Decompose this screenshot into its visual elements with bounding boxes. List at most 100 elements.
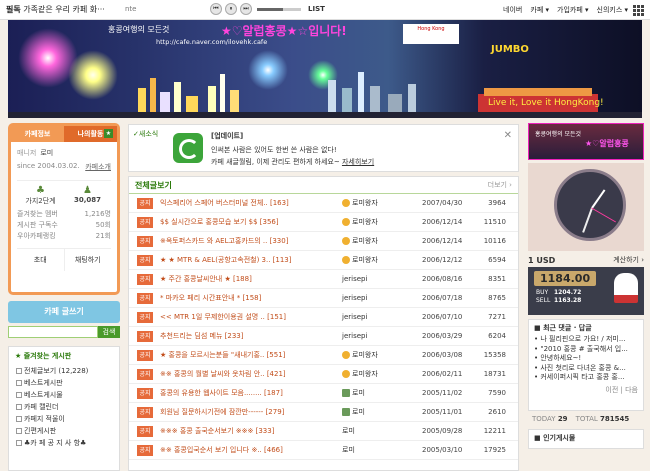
post-author[interactable]: 로미 bbox=[342, 407, 422, 417]
prev-icon[interactable]: ⏮ bbox=[210, 3, 222, 15]
board-icon bbox=[16, 380, 22, 386]
comment-item[interactable]: • 커세이퍼시픽 타고 홍콩 홍... bbox=[534, 373, 638, 383]
comment-item[interactable]: • 나 필리핀으로 가요! / 저미... bbox=[534, 335, 638, 345]
post-title[interactable]: 추천드리는 딤섬 메뉴 [233] bbox=[160, 331, 342, 341]
post-author[interactable]: 로미왕자 bbox=[342, 255, 422, 265]
post-title[interactable]: 익스페리어 스페어 버스터미널 전체.. [163] bbox=[160, 198, 342, 208]
table-row[interactable]: 공지 << MTR 1일 무제한이용권 설명 .. [151] jerisepi 20… bbox=[129, 308, 518, 327]
prev-button[interactable]: 이전 bbox=[605, 386, 618, 394]
all-posts-board: 전체글보기 더보기 › 공지 익스페리어 스페어 버스터미널 전체.. [163]… bbox=[128, 176, 519, 471]
post-author[interactable]: jerisepi bbox=[342, 332, 422, 340]
stat-level: ♣ 가지2단계 bbox=[17, 185, 64, 206]
table-row[interactable]: 공지 ※※ 홍콩의 월별 날씨와 옷차림 안.. [421] 로미왕자 2006/02… bbox=[129, 365, 518, 384]
write-post-button[interactable]: 카페 글쓰기 bbox=[8, 301, 120, 323]
pause-icon[interactable]: ⏸ bbox=[225, 3, 237, 15]
post-author[interactable]: 로미 bbox=[342, 388, 422, 398]
table-row[interactable]: 공지 ※옥토퍼스카드 와 AEL고홍카드의 .. [330] 로미왕자 2006/12… bbox=[129, 232, 518, 251]
post-author[interactable]: 로미왕자 bbox=[342, 350, 422, 360]
post-author[interactable]: 로미왕자 bbox=[342, 217, 422, 227]
details-link[interactable]: 자세히보기 bbox=[342, 158, 374, 166]
board-link[interactable]: 베스트게시물 bbox=[9, 389, 119, 401]
table-row[interactable]: 공지 ※※※ 홍콩 출국순서보기 ※※※ [333] 로미 2005/09/28 122… bbox=[129, 422, 518, 441]
table-row[interactable]: 공지 ★ 홍콩을 모르시는분들 "새내기홍.. [551] 로미왕자 2006/03/… bbox=[129, 346, 518, 365]
cafe-banner: 홍콩여행의 모든것 http://cafe.naver.com/ilovehk.… bbox=[8, 20, 642, 118]
banner-url: http://cafe.naver.com/ilovehk.cafe bbox=[156, 38, 268, 46]
table-row[interactable]: 공지 익스페리어 스페어 버스터미널 전체.. [163] 로미왕자 2007/04/… bbox=[129, 194, 518, 213]
post-date: 2006/03/29 bbox=[422, 332, 463, 340]
apps-grid-icon[interactable] bbox=[631, 3, 645, 17]
comment-item[interactable]: • 사진 첫리로 다녀온 홍콩 &... bbox=[534, 364, 638, 374]
board-link[interactable]: 베스트게시판 bbox=[9, 377, 119, 389]
table-row[interactable]: 공지 * 마카오 페리 시간표안내 * [158] jerisepi 2006/07/… bbox=[129, 289, 518, 308]
search-button[interactable]: 검색 bbox=[98, 326, 120, 338]
post-author[interactable]: jerisepi bbox=[342, 294, 422, 302]
stat-members[interactable]: ♟ 30,087 bbox=[64, 185, 111, 206]
next-icon[interactable]: ⏭ bbox=[240, 3, 252, 15]
post-views: 11510 bbox=[483, 218, 506, 226]
board-link[interactable]: 전체글보기 (12,228) bbox=[9, 365, 119, 377]
board-header: 전체글보기 더보기 › bbox=[129, 177, 518, 194]
post-title[interactable]: $$ 실시간으로 홍콩모습 보기 $$ [356] bbox=[160, 217, 342, 227]
post-title[interactable]: 홍콩의 유용한 웹사이트 모음........ [187] bbox=[160, 388, 342, 398]
board-title[interactable]: 전체글보기 bbox=[135, 177, 172, 193]
post-title[interactable]: << MTR 1일 무제한이용권 설명 .. [151] bbox=[160, 312, 342, 322]
city-skyline bbox=[8, 72, 642, 118]
post-author[interactable]: 로미왕자 bbox=[342, 236, 422, 246]
post-date: 2006/02/11 bbox=[422, 370, 463, 378]
next-button[interactable]: 다음 bbox=[625, 386, 638, 394]
tab-my-activity[interactable]: 나의활동 ★ bbox=[64, 126, 117, 142]
board-link[interactable]: 긴편게시판 bbox=[9, 425, 119, 437]
nav-joined-cafes[interactable]: 가입카페 ▾ bbox=[557, 5, 589, 15]
table-row[interactable]: 공지 추천드리는 딤섬 메뉴 [233] jerisepi 2006/03/29 620… bbox=[129, 327, 518, 346]
notice-title: [업데이트] bbox=[211, 132, 244, 140]
nav-user-menu[interactable]: 신의키스 ▾ bbox=[597, 5, 629, 15]
cafe-title[interactable]: 필독 가족같은 우리 카페 화··· bbox=[6, 4, 105, 15]
post-title[interactable]: ※※ 홍콩입국순서 보기 입니다 ※.. [466] bbox=[160, 445, 342, 455]
cafe-clip-banner[interactable]: 홍콩여행의 모든것 ★♡알럽홍콩 bbox=[528, 123, 644, 160]
post-author[interactable]: 로미왕자 bbox=[342, 369, 422, 379]
post-title[interactable]: ※※ 홍콩의 월별 날씨와 옷차림 안.. [421] bbox=[160, 369, 342, 379]
exchange-rate-widget: 1 USD 계산하기 › 1184.00 BUY 1204.72 SELL 1163.… bbox=[528, 253, 644, 315]
more-link[interactable]: 더보기 › bbox=[488, 177, 512, 193]
table-row[interactable]: 공지 ★ 주간 홍콩날씨안내 ★ [188] jerisepi 2006/08/16 8… bbox=[129, 270, 518, 289]
board-link[interactable]: 카페지 적울이 bbox=[9, 413, 119, 425]
post-author[interactable]: 로미왕자 bbox=[342, 198, 422, 208]
playlist-button[interactable]: LIST bbox=[308, 5, 325, 13]
post-title[interactable]: 회원님 질문하시기전에 잠깐만------ [279] bbox=[160, 407, 342, 417]
post-title[interactable]: ★ ★ MTR & AEL(공항고속전철) 3.. [113] bbox=[160, 255, 342, 265]
comment-item[interactable]: • 안녕하세요~! bbox=[534, 354, 638, 364]
post-title[interactable]: ※옥토퍼스카드 와 AEL고홍카드의 .. [330] bbox=[160, 236, 342, 246]
search-input[interactable] bbox=[8, 326, 98, 338]
cafe-intro-link[interactable]: 카페소개 bbox=[85, 162, 111, 172]
post-author[interactable]: jerisepi bbox=[342, 313, 422, 321]
table-row[interactable]: 공지 회원님 질문하시기전에 잠깐만------ [279] 로미 2005/11/0… bbox=[129, 403, 518, 422]
table-row[interactable]: 공지 $$ 실시간으로 홍콩모습 보기 $$ [356] 로미왕자 2006/12/1… bbox=[129, 213, 518, 232]
close-icon[interactable]: ✕ bbox=[504, 130, 512, 141]
table-row[interactable]: 공지 ★ ★ MTR & AEL(공항고속전철) 3.. [113] 로미왕자 200… bbox=[129, 251, 518, 270]
post-author[interactable]: jerisepi bbox=[342, 275, 422, 283]
post-author[interactable]: 로미 bbox=[342, 426, 422, 436]
board-link[interactable]: ♣카 페 공 지 사 항♣ bbox=[9, 437, 119, 449]
cafe-stats: ♣ 가지2단계 ♟ 30,087 bbox=[17, 180, 111, 206]
post-views: 7590 bbox=[488, 389, 506, 397]
tab-cafe-info[interactable]: 카페정보 bbox=[11, 126, 64, 142]
post-author[interactable]: 로미 bbox=[342, 445, 422, 455]
calculate-link[interactable]: 계산하기 › bbox=[613, 255, 644, 265]
comment-item[interactable]: • "2010 홍콩 # 출국해서 입... bbox=[534, 345, 638, 355]
post-title[interactable]: ★ 홍콩을 모르시는분들 "새내기홍.. [551] bbox=[160, 350, 342, 360]
post-title[interactable]: * 마카오 페리 시간표안내 * [158] bbox=[160, 293, 342, 303]
post-title[interactable]: ※※※ 홍콩 출국순서보기 ※※※ [333] bbox=[160, 426, 342, 436]
nav-naver[interactable]: 네이버 bbox=[503, 5, 522, 15]
table-row[interactable]: 공지 홍콩의 유용한 웹사이트 모음........ [187] 로미 2005/11… bbox=[129, 384, 518, 403]
post-title[interactable]: ★ 주간 홍콩날씨안내 ★ [188] bbox=[160, 274, 342, 284]
table-row[interactable]: 공지 ※※ 홍콩입국순서 보기 입니다 ※.. [466] 로미 2005/03/10… bbox=[129, 441, 518, 460]
volume-slider[interactable] bbox=[257, 7, 301, 11]
nav-cafe[interactable]: 카페 ▾ bbox=[530, 5, 549, 15]
invite-button[interactable]: 초대 bbox=[17, 249, 65, 271]
buy-sell-rates: BUY 1204.72 SELL 1163.28 bbox=[536, 289, 582, 304]
currency-label: 1 USD bbox=[528, 255, 556, 265]
chat-button[interactable]: 채팅하기 bbox=[65, 249, 112, 271]
post-date: 2007/04/30 bbox=[422, 199, 463, 207]
post-date: 2006/12/14 bbox=[422, 237, 463, 245]
board-link[interactable]: 카페 캘린더 bbox=[9, 401, 119, 413]
